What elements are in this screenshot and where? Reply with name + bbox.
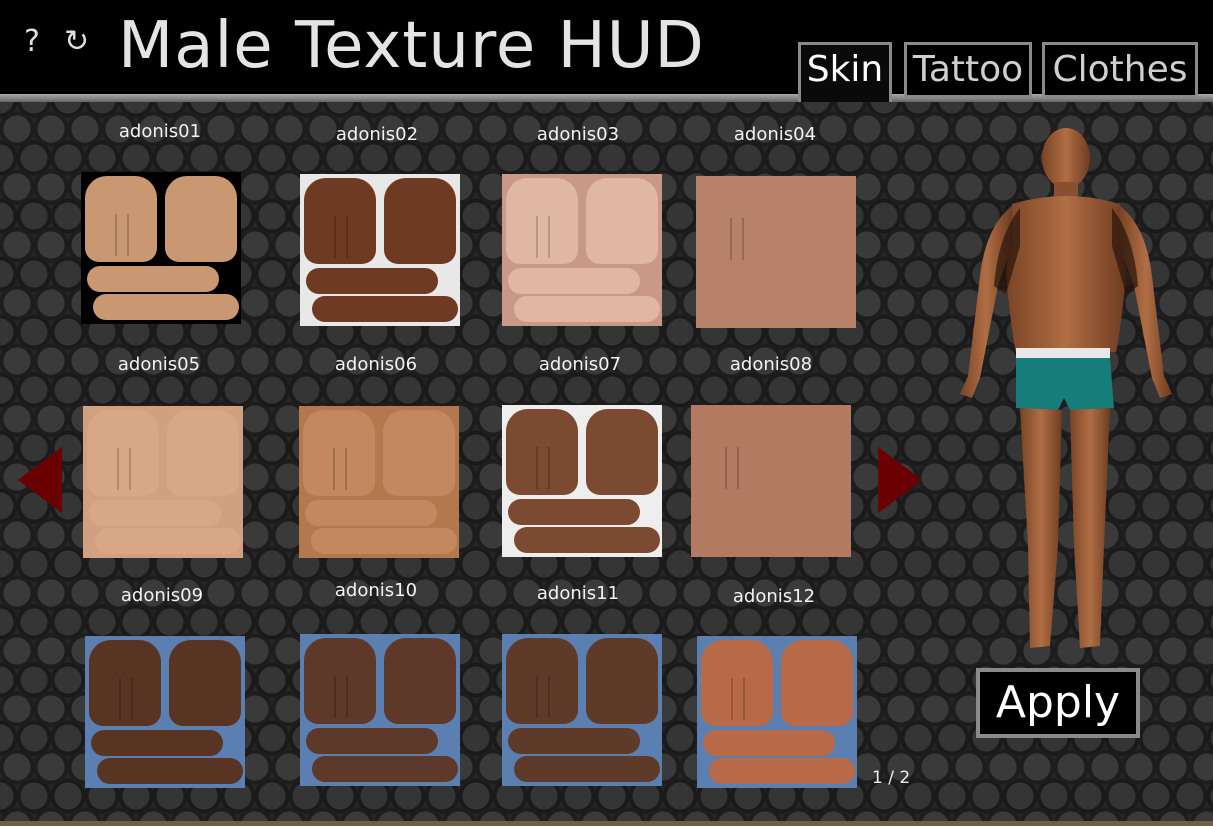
texture-thumbnail[interactable] — [85, 636, 245, 788]
texture-torso-front — [89, 640, 161, 726]
texture-label: adonis08 — [729, 354, 813, 375]
texture-arm — [95, 528, 241, 554]
texture-thumbnail[interactable] — [300, 174, 460, 326]
texture-torso-front — [304, 178, 376, 264]
texture-arm — [514, 756, 660, 782]
texture-torso-back — [167, 410, 239, 496]
help-icon[interactable]: ? — [24, 22, 40, 62]
texture-torso-front — [304, 638, 376, 724]
texture-torso-back — [586, 409, 658, 495]
texture-abs — [536, 447, 550, 489]
texture-abs — [119, 678, 133, 720]
texture-label: adonis12 — [732, 586, 816, 607]
texture-arm — [306, 268, 438, 294]
texture-arm — [89, 500, 221, 526]
texture-abs — [725, 447, 739, 489]
texture-label: adonis01 — [118, 121, 202, 142]
texture-thumbnail[interactable] — [696, 176, 856, 328]
next-page-arrow-icon[interactable] — [878, 447, 922, 513]
texture-abs — [731, 678, 745, 720]
texture-arm — [312, 296, 458, 322]
texture-torso-front — [506, 178, 578, 264]
texture-torso-front — [85, 176, 157, 262]
texture-arm — [312, 756, 458, 782]
texture-label: adonis05 — [117, 354, 201, 375]
texture-arm — [508, 268, 640, 294]
texture-label: adonis09 — [120, 585, 204, 606]
texture-arm — [514, 527, 660, 553]
texture-thumbnail[interactable] — [502, 174, 662, 326]
texture-arm — [508, 499, 640, 525]
texture-torso-front — [506, 409, 578, 495]
texture-torso-back — [169, 640, 241, 726]
texture-torso-back — [383, 410, 455, 496]
texture-arm — [703, 527, 849, 553]
texture-thumbnail[interactable] — [697, 636, 857, 788]
texture-abs — [730, 218, 744, 260]
texture-thumbnail[interactable] — [81, 172, 241, 324]
texture-arm — [311, 528, 457, 554]
texture-arm — [508, 728, 640, 754]
apply-button[interactable]: Apply — [976, 668, 1140, 738]
texture-thumbnail[interactable] — [300, 634, 460, 786]
tab-tattoo[interactable]: Tattoo — [904, 42, 1032, 98]
texture-torso-front — [506, 638, 578, 724]
texture-arm — [305, 500, 437, 526]
texture-label: adonis10 — [334, 580, 418, 601]
texture-torso-back — [384, 178, 456, 264]
texture-torso-back — [165, 176, 237, 262]
texture-arm — [97, 758, 243, 784]
texture-label: adonis11 — [536, 583, 620, 604]
texture-torso-front — [303, 410, 375, 496]
texture-arm — [697, 499, 829, 525]
texture-torso-back — [781, 640, 853, 726]
app-title: Male Texture HUD — [118, 9, 705, 83]
texture-arm — [703, 730, 835, 756]
texture-label: adonis07 — [538, 354, 622, 375]
texture-abs — [117, 448, 131, 490]
bottom-divider — [0, 821, 1213, 826]
texture-thumbnail[interactable] — [299, 406, 459, 558]
texture-arm — [702, 270, 834, 296]
texture-torso-back — [586, 638, 658, 724]
texture-abs — [334, 216, 348, 258]
refresh-icon[interactable]: ↻ — [64, 22, 89, 62]
texture-abs — [333, 448, 347, 490]
texture-label: adonis04 — [733, 124, 817, 145]
texture-arm — [709, 758, 855, 784]
texture-torso-back — [775, 409, 847, 495]
texture-torso-back — [586, 178, 658, 264]
texture-torso-front — [695, 409, 767, 495]
texture-torso-back — [384, 638, 456, 724]
texture-abs — [334, 676, 348, 718]
texture-abs — [536, 676, 550, 718]
texture-label: adonis06 — [334, 354, 418, 375]
texture-torso-front — [701, 640, 773, 726]
prev-page-arrow-icon[interactable] — [18, 447, 62, 513]
texture-label: adonis03 — [536, 124, 620, 145]
texture-arm — [708, 298, 854, 324]
tab-skin[interactable]: Skin — [798, 42, 892, 102]
texture-label: adonis02 — [335, 124, 419, 145]
texture-arm — [93, 294, 239, 320]
texture-arm — [514, 296, 660, 322]
page-indicator: 1 / 2 — [872, 768, 911, 788]
texture-thumbnail[interactable] — [502, 405, 662, 557]
texture-arm — [306, 728, 438, 754]
texture-thumbnail[interactable] — [83, 406, 243, 558]
texture-torso-back — [780, 180, 852, 266]
texture-abs — [115, 214, 129, 256]
texture-torso-front — [700, 180, 772, 266]
texture-arm — [91, 730, 223, 756]
texture-arm — [87, 266, 219, 292]
texture-thumbnail[interactable] — [502, 634, 662, 786]
texture-thumbnail[interactable] — [691, 405, 851, 557]
avatar-preview — [960, 128, 1172, 648]
tab-clothes[interactable]: Clothes — [1042, 42, 1198, 98]
texture-abs — [536, 216, 550, 258]
texture-torso-front — [87, 410, 159, 496]
